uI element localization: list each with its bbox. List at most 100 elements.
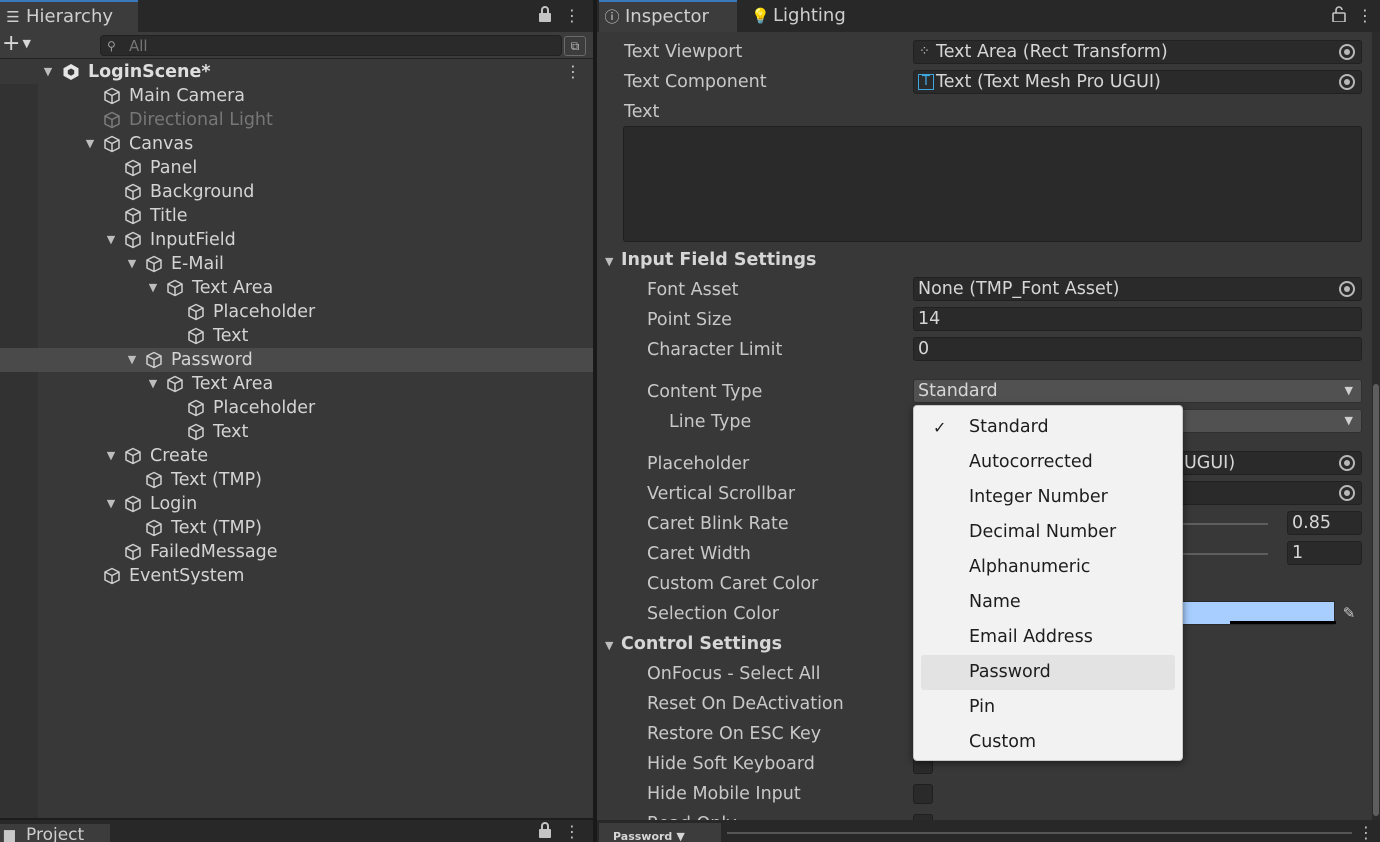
scrollbar-thumb[interactable] xyxy=(1373,384,1379,816)
kebab-menu-icon[interactable]: ⋮ xyxy=(563,822,581,842)
chevron-down-icon: ▼ xyxy=(22,37,31,50)
text-viewport-field[interactable]: ⁘ Text Area (Rect Transform) xyxy=(913,40,1362,64)
foldout-icon[interactable]: ▼ xyxy=(41,60,55,84)
chevron-down-icon: ▼ xyxy=(1344,414,1353,427)
foldout-icon[interactable]: ▼ xyxy=(83,132,97,156)
kebab-menu-icon[interactable]: ⋮ xyxy=(1356,6,1374,26)
hierarchy-item[interactable]: EventSystem xyxy=(0,564,593,588)
gameobject-cube-icon xyxy=(124,183,142,201)
hierarchy-panel: ☰ Hierarchy ⋮ +▼ ⚲ ⧉ ▼ LoginScene* ⋮ Main C… xyxy=(0,0,593,818)
hierarchy-item[interactable]: ▼ E-Mail xyxy=(0,252,593,276)
create-button[interactable]: + ▼ xyxy=(2,33,40,57)
foldout-icon[interactable]: ▼ xyxy=(104,492,118,516)
tab-hierarchy[interactable]: ☰ Hierarchy xyxy=(0,0,138,32)
kebab-menu-icon[interactable]: ⋮ xyxy=(1357,823,1375,842)
search-input[interactable] xyxy=(129,36,549,55)
object-picker-icon[interactable] xyxy=(1339,44,1355,60)
hierarchy-item[interactable]: ▼ Password xyxy=(0,348,593,372)
text-viewport-label: Text Viewport xyxy=(624,42,743,62)
hierarchy-item[interactable]: Text xyxy=(0,420,593,444)
point-size-field[interactable]: 14 xyxy=(913,307,1362,331)
checkmark-icon: ✓ xyxy=(933,418,947,437)
inspector-scrollbar[interactable] xyxy=(1372,32,1380,820)
font-asset-field[interactable]: None (TMP_Font Asset) xyxy=(913,277,1362,301)
foldout-icon[interactable]: ▼ xyxy=(104,444,118,468)
lock-icon[interactable] xyxy=(536,6,554,26)
content-type-dropdown[interactable]: Standard ▼ xyxy=(913,379,1362,403)
placeholder-label: Placeholder xyxy=(647,454,750,474)
list-icon: ☰ xyxy=(6,8,20,26)
foldout-icon[interactable]: ▼ xyxy=(146,276,160,300)
onfocus-select-all-label: OnFocus - Select All xyxy=(647,664,821,684)
tab-lighting[interactable]: 💡 Lighting xyxy=(747,0,877,32)
preview-splitter[interactable] xyxy=(727,832,1352,834)
content-type-option-label: Decimal Number xyxy=(969,522,1117,542)
tab-project[interactable]: ▆ Project xyxy=(0,824,110,842)
content-type-option[interactable]: ✓ Standard xyxy=(921,410,1175,445)
hierarchy-item[interactable]: Placeholder xyxy=(0,300,593,324)
preview-object-tab[interactable]: Password ▼ xyxy=(599,823,721,842)
gameobject-cube-icon xyxy=(145,471,163,489)
content-type-option[interactable]: Name xyxy=(921,585,1175,620)
object-picker-icon[interactable] xyxy=(1339,485,1355,501)
content-type-option[interactable]: Pin xyxy=(921,690,1175,725)
caret-width-field[interactable]: 1 xyxy=(1287,541,1362,565)
content-type-option[interactable]: Alphanumeric xyxy=(921,550,1175,585)
content-type-option[interactable]: Email Address xyxy=(921,620,1175,655)
foldout-icon[interactable]: ▼ xyxy=(125,348,139,372)
content-type-option[interactable]: Decimal Number xyxy=(921,515,1175,550)
lock-icon[interactable] xyxy=(1330,6,1348,26)
hierarchy-item[interactable]: Text xyxy=(0,324,593,348)
hide-mobile-input-checkbox[interactable] xyxy=(913,784,933,804)
foldout-icon[interactable]: ▼ xyxy=(146,372,160,396)
tab-inspector[interactable]: ⓘ Inspector xyxy=(599,0,737,32)
text-mesh-pro-icon: T xyxy=(918,74,934,90)
scene-row[interactable]: ▼ LoginScene* ⋮ xyxy=(0,60,593,84)
caret-blink-rate-field[interactable]: 0.85 xyxy=(1287,511,1362,535)
content-type-option[interactable]: Password xyxy=(921,655,1175,690)
hierarchy-item-label: Text xyxy=(213,326,249,346)
control-settings-header[interactable]: ▼ Control Settings xyxy=(605,630,782,658)
eyedropper-icon[interactable]: ✎ xyxy=(1338,602,1360,624)
kebab-menu-icon[interactable]: ⋮ xyxy=(565,60,581,84)
search-by-type-icon[interactable]: ⧉ xyxy=(564,36,586,56)
input-field-settings-header[interactable]: ▼ Input Field Settings xyxy=(605,246,816,274)
hierarchy-item[interactable]: Text (TMP) xyxy=(0,516,593,540)
hierarchy-item[interactable]: ▼ InputField xyxy=(0,228,593,252)
hierarchy-item[interactable]: ▼ Text Area xyxy=(0,276,593,300)
hierarchy-item[interactable]: Panel xyxy=(0,156,593,180)
content-type-label: Content Type xyxy=(647,382,763,402)
text-component-field[interactable]: T Text (Text Mesh Pro UGUI) xyxy=(913,70,1362,94)
hierarchy-item[interactable]: ▼ Text Area xyxy=(0,372,593,396)
text-input-area[interactable] xyxy=(623,126,1362,242)
content-type-option[interactable]: Integer Number xyxy=(921,480,1175,515)
foldout-icon[interactable]: ▼ xyxy=(104,228,118,252)
hierarchy-item[interactable]: FailedMessage xyxy=(0,540,593,564)
hierarchy-item[interactable]: ▼ Login xyxy=(0,492,593,516)
foldout-icon[interactable]: ▼ xyxy=(125,252,139,276)
character-limit-field[interactable]: 0 xyxy=(913,337,1362,361)
control-settings-title: Control Settings xyxy=(621,634,783,654)
content-type-option-label: Name xyxy=(969,592,1021,612)
hierarchy-item[interactable]: Background xyxy=(0,180,593,204)
hierarchy-item[interactable]: Directional Light xyxy=(0,108,593,132)
tab-inspector-label: Inspector xyxy=(625,6,709,27)
hierarchy-item[interactable]: ▼ Canvas xyxy=(0,132,593,156)
hierarchy-item[interactable]: Text (TMP) xyxy=(0,468,593,492)
alpha-bar xyxy=(1230,621,1336,624)
object-picker-icon[interactable] xyxy=(1339,74,1355,90)
object-picker-icon[interactable] xyxy=(1339,281,1355,297)
kebab-menu-icon[interactable]: ⋮ xyxy=(563,6,581,26)
gameobject-cube-icon xyxy=(145,519,163,537)
project-tab-bar: ▆ Project ⋮ xyxy=(0,818,593,842)
object-picker-icon[interactable] xyxy=(1339,455,1355,471)
hierarchy-item[interactable]: ▼ Create xyxy=(0,444,593,468)
hierarchy-item[interactable]: Title xyxy=(0,204,593,228)
content-type-option[interactable]: Custom xyxy=(921,725,1175,760)
content-type-option-label: Autocorrected xyxy=(969,452,1093,472)
custom-caret-color-label: Custom Caret Color xyxy=(647,574,819,594)
hierarchy-item[interactable]: Placeholder xyxy=(0,396,593,420)
content-type-option[interactable]: Autocorrected xyxy=(921,445,1175,480)
lock-icon[interactable] xyxy=(536,822,554,842)
hierarchy-item[interactable]: Main Camera xyxy=(0,84,593,108)
